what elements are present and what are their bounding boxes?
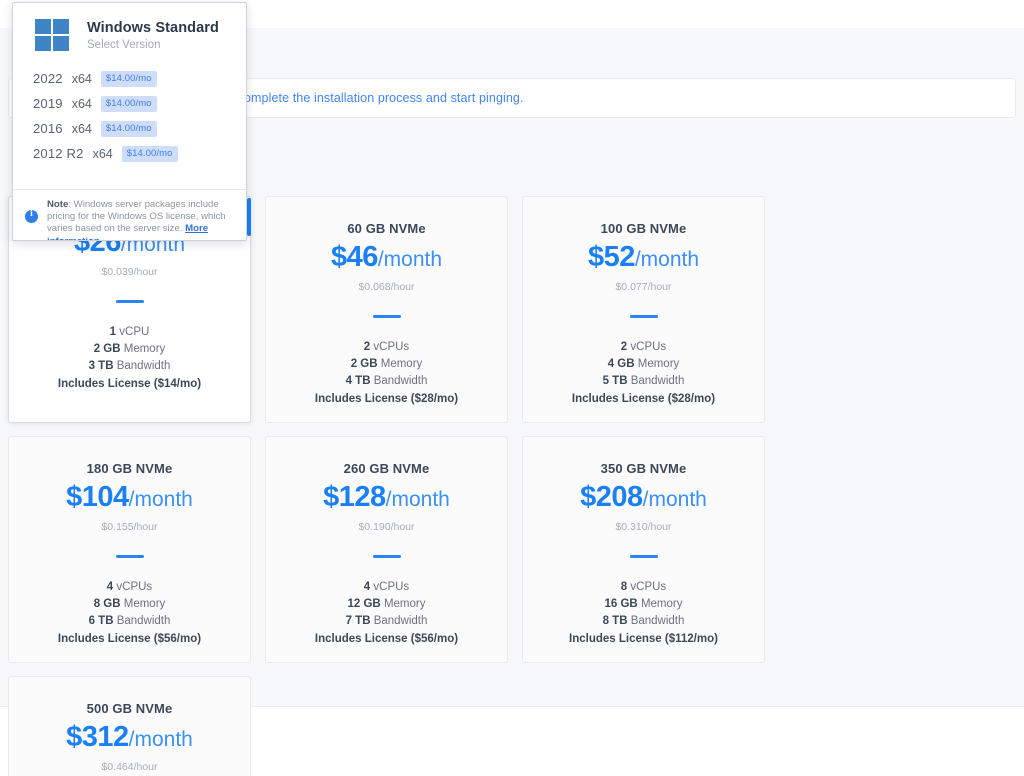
version-option[interactable]: 2012 R2 x64 $14.00/mo bbox=[13, 141, 246, 166]
plan-title: 260 GB NVMe bbox=[343, 461, 430, 476]
plan-vcpu: 8 vCPUs bbox=[620, 580, 667, 593]
plan-license: Includes License ($28/mo) bbox=[571, 392, 716, 405]
version-price-badge: $14.00/mo bbox=[100, 120, 157, 137]
plan-license: Includes License ($56/mo) bbox=[314, 632, 459, 645]
plan-vcpu: 4 vCPUs bbox=[106, 580, 153, 593]
version-price-badge: $14.00/mo bbox=[121, 145, 178, 162]
plan-memory: 8 GB Memory bbox=[93, 597, 166, 610]
plan-price-amount: $208 bbox=[580, 481, 643, 513]
plan-vcpu: 2 vCPUs bbox=[363, 340, 410, 353]
plan-specs: 4 vCPUs 8 GB Memory 6 TB Bandwidth Includes… bbox=[58, 581, 201, 645]
version-arch: x64 bbox=[71, 96, 92, 111]
version-price-badge: $14.00/mo bbox=[100, 70, 157, 87]
info-icon bbox=[25, 209, 38, 223]
plan-hourly-price: $0.039/hour bbox=[101, 266, 158, 278]
plan-title: 100 GB NVMe bbox=[600, 221, 687, 236]
plan-memory: 2 GB Memory bbox=[350, 357, 423, 370]
plan-specs: 8 vCPUs 16 GB Memory 8 TB Bandwidth Include… bbox=[569, 581, 718, 645]
plan-divider bbox=[629, 315, 658, 318]
version-price-badge: $14.00/mo bbox=[100, 95, 157, 112]
plan-price-period: /month bbox=[385, 488, 450, 511]
plan-price-amount: $52 bbox=[587, 241, 635, 273]
plan-specs: 2 vCPUs 2 GB Memory 4 TB Bandwidth Includes… bbox=[315, 341, 458, 405]
plan-divider bbox=[115, 300, 144, 303]
plan-memory: 16 GB Memory bbox=[604, 597, 683, 610]
plan-specs: 2 vCPUs 4 GB Memory 5 TB Bandwidth Includes… bbox=[572, 341, 715, 405]
plan-price: $128/month bbox=[323, 483, 450, 512]
plan-hourly-price: $0.068/hour bbox=[358, 281, 415, 293]
plan-memory: 12 GB Memory bbox=[347, 597, 426, 610]
plan-bandwidth: 6 TB Bandwidth bbox=[88, 614, 171, 627]
plan-memory: 2 GB Memory bbox=[93, 342, 166, 355]
plan-vcpu: 2 vCPUs bbox=[620, 340, 667, 353]
version-option[interactable]: 2022 x64 $14.00/mo bbox=[13, 66, 246, 91]
version-number: 2022 bbox=[33, 71, 63, 86]
plan-hourly-price: $0.310/hour bbox=[615, 521, 672, 533]
plan-price-amount: $46 bbox=[330, 241, 378, 273]
version-number: 2019 bbox=[33, 96, 63, 111]
plan-divider bbox=[372, 555, 401, 558]
plan-divider bbox=[372, 315, 401, 318]
plan-hourly-price: $0.077/hour bbox=[615, 281, 672, 293]
version-arch: x64 bbox=[71, 121, 92, 136]
version-option[interactable]: 2019 x64 $14.00/mo bbox=[13, 91, 246, 116]
version-arch: x64 bbox=[71, 71, 92, 86]
plan-price-period: /month bbox=[634, 248, 700, 271]
plan-price-amount: $128 bbox=[323, 481, 386, 513]
plan-card[interactable]: 60 GB NVMe $46/month $0.068/hour 2 vCPUs 2 G… bbox=[265, 196, 508, 423]
plan-title: 60 GB NVMe bbox=[347, 221, 426, 236]
plan-bandwidth: 5 TB Bandwidth bbox=[602, 374, 685, 387]
plan-card[interactable]: 350 GB NVMe $208/month $0.310/hour 8 vCPUs 1… bbox=[522, 436, 765, 663]
dropdown-title: Windows Standard bbox=[87, 20, 219, 36]
plan-hourly-price: $0.190/hour bbox=[358, 521, 415, 533]
plan-license: Includes License ($56/mo) bbox=[57, 632, 202, 645]
footer-bar: Servers Qty: − 1 + Summary: $26.00 /mont… bbox=[0, 706, 1024, 776]
version-option[interactable]: 2016 x64 $14.00/mo bbox=[13, 116, 246, 141]
plan-specs: 1 vCPU 2 GB Memory 3 TB Bandwidth Includes … bbox=[58, 326, 201, 390]
version-option-list: 2022 x64 $14.00/mo 2019 x64 $14.00/mo 2016 x64 $… bbox=[13, 62, 246, 166]
plan-divider bbox=[115, 555, 144, 558]
dropdown-header-text: Windows Standard Select Version bbox=[87, 20, 219, 51]
plan-price: $104/month bbox=[66, 483, 193, 512]
version-number: 2012 R2 bbox=[33, 146, 84, 161]
plan-hourly-price: $0.155/hour bbox=[101, 521, 158, 533]
plan-card[interactable]: 180 GB NVMe $104/month $0.155/hour 4 vCPUs 8… bbox=[8, 436, 251, 663]
plan-price-amount: $104 bbox=[66, 481, 129, 513]
version-number: 2016 bbox=[33, 121, 63, 136]
dropdown-note-text: Note: Windows server packages include pr… bbox=[47, 199, 234, 240]
plan-memory: 4 GB Memory bbox=[607, 357, 680, 370]
plan-divider bbox=[629, 555, 658, 558]
plan-license: Includes License ($14/mo) bbox=[57, 377, 202, 390]
dropdown-note: Note: Windows server packages include pr… bbox=[13, 189, 246, 240]
plan-specs: 4 vCPUs 12 GB Memory 7 TB Bandwidth Include… bbox=[315, 581, 458, 645]
plan-title: 180 GB NVMe bbox=[86, 461, 173, 476]
plan-price-period: /month bbox=[642, 488, 707, 511]
plan-bandwidth: 4 TB Bandwidth bbox=[345, 374, 428, 387]
note-strong-label: Note bbox=[47, 199, 69, 210]
plan-bandwidth: 7 TB Bandwidth bbox=[345, 614, 428, 627]
windows-version-dropdown[interactable]: Windows Standard Select Version 2022 x64 $… bbox=[12, 2, 247, 241]
dropdown-header: Windows Standard Select Version bbox=[13, 3, 246, 62]
plan-license: Includes License ($28/mo) bbox=[314, 392, 459, 405]
note-end: . bbox=[100, 236, 103, 240]
version-arch: x64 bbox=[92, 146, 113, 161]
plan-bandwidth: 8 TB Bandwidth bbox=[602, 614, 685, 627]
dropdown-subtitle: Select Version bbox=[87, 39, 161, 51]
page-root: m takes approximately 15 minutes to comp… bbox=[0, 0, 1024, 776]
plan-bandwidth: 3 TB Bandwidth bbox=[88, 359, 171, 372]
plan-price: $52/month bbox=[588, 243, 699, 272]
plan-vcpu: 4 vCPUs bbox=[363, 580, 410, 593]
plan-card-grid: $26/month $0.039/hour 1 vCPU 2 GB Memory 3 T… bbox=[8, 196, 1016, 776]
plan-price: $46/month bbox=[331, 243, 442, 272]
plan-card[interactable]: 260 GB NVMe $128/month $0.190/hour 4 vCPUs 1… bbox=[265, 436, 508, 663]
plan-price-period: /month bbox=[128, 488, 193, 511]
plan-title: 350 GB NVMe bbox=[600, 461, 687, 476]
plan-license: Includes License ($112/mo) bbox=[569, 632, 718, 645]
plan-vcpu: 1 vCPU bbox=[109, 325, 150, 338]
plan-price: $208/month bbox=[580, 483, 707, 512]
windows-logo-icon bbox=[35, 19, 69, 52]
plan-price-period: /month bbox=[377, 248, 443, 271]
plan-card[interactable]: 100 GB NVMe $52/month $0.077/hour 2 vCPUs 4 … bbox=[522, 196, 765, 423]
